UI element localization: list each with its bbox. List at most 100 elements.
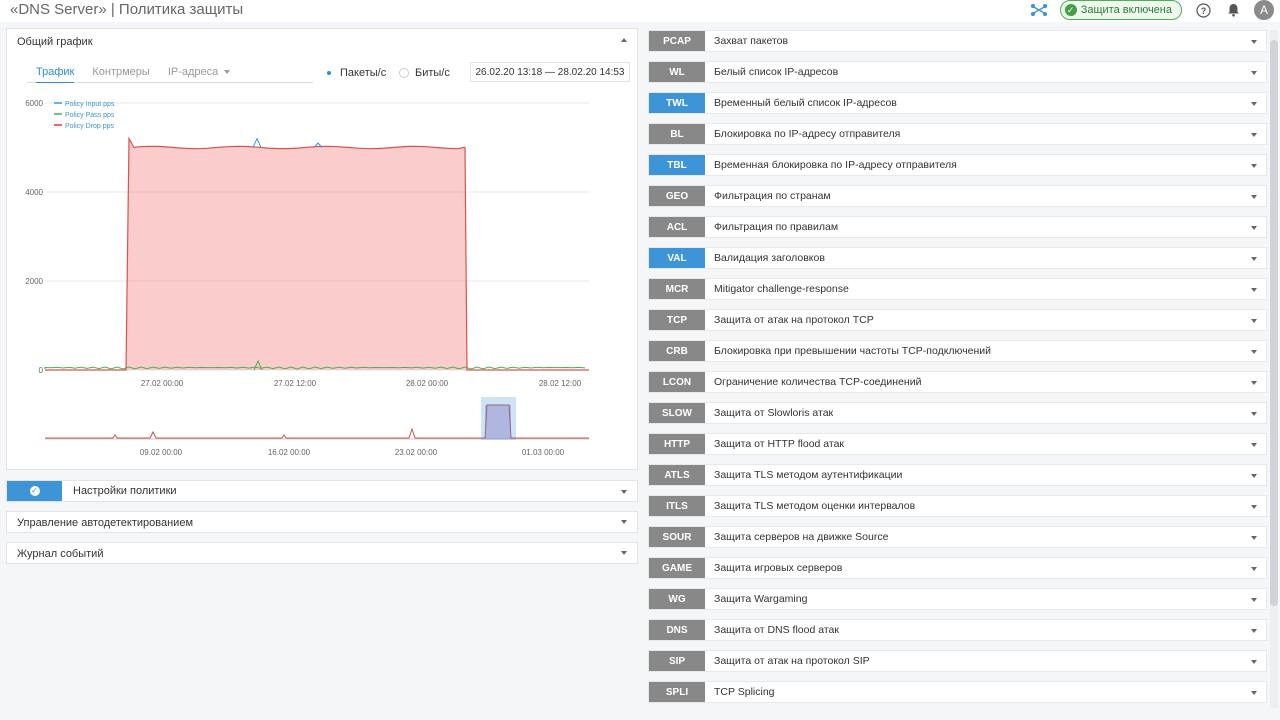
countermeasure-code-badge[interactable]: LCON [649,372,705,392]
chevron-down-icon[interactable] [1251,257,1257,261]
chevron-down-icon[interactable] [1251,381,1257,385]
countermeasure-row-bl[interactable]: BL Блокировка по IP-адресу отправителя [648,123,1267,145]
check-icon: ✓ [29,486,40,496]
countermeasure-code-badge[interactable]: PCAP [649,31,705,51]
chevron-down-icon[interactable] [1251,319,1257,323]
chevron-down-icon[interactable] [1251,40,1257,44]
countermeasure-row-itls[interactable]: ITLS Защита TLS методом оценки интервалов [648,495,1267,517]
autodetect-title: Управление автодетектированием [17,517,194,529]
countermeasure-code-badge[interactable]: HTTP [649,434,705,454]
bell-icon[interactable] [1224,1,1242,19]
countermeasure-row-val[interactable]: VAL Валидация заголовков [648,247,1267,269]
x-tick-label: 27.02 12:00 [274,379,317,388]
chevron-down-icon[interactable] [1251,288,1257,292]
countermeasure-code-badge[interactable]: ACL [649,217,705,237]
countermeasure-row-tcp[interactable]: TCP Защита от атак на протокол TCP [648,309,1267,331]
y-tick-label: 6000 [25,99,43,108]
chevron-down-icon[interactable] [1251,102,1257,106]
countermeasure-row-spli[interactable]: SPLI TCP Splicing [648,681,1267,703]
chevron-down-icon[interactable] [621,551,627,555]
countermeasure-label: Защита от атак на протокол TCP [714,314,874,326]
page-title: «DNS Server» | Политика защиты [10,1,244,18]
policy-enabled-toggle[interactable]: ✓ [7,481,62,501]
countermeasure-row-game[interactable]: GAME Защита игровых серверов [648,557,1267,579]
chevron-down-icon[interactable] [1251,195,1257,199]
autodetect-panel[interactable]: Управление автодетектированием [6,511,638,533]
countermeasure-label: Защита серверов на движке Source [714,531,889,543]
protection-status-badge[interactable]: ✓ Защита включена [1059,0,1182,20]
countermeasure-code-badge[interactable]: SOUR [649,527,705,547]
countermeasure-row-dns[interactable]: DNS Защита от DNS flood атак [648,619,1267,641]
countermeasure-row-tbl[interactable]: TBL Временная блокировка по IP-адресу отп… [648,154,1267,176]
header-actions: ✓ Защита включена ? A [1030,0,1274,20]
help-icon[interactable]: ? [1194,1,1212,19]
chevron-down-icon[interactable] [1251,660,1257,664]
legend-label: Policy Input pps [65,101,115,108]
svg-text:?: ? [1200,6,1206,16]
countermeasure-row-atls[interactable]: ATLS Защита TLS методом аутентификации [648,464,1267,486]
countermeasure-code-badge[interactable]: GEO [649,186,705,206]
policy-settings-panel[interactable]: ✓ Настройки политики [6,480,638,502]
countermeasure-row-wg[interactable]: WG Защита Wargaming [648,588,1267,610]
countermeasure-code-badge[interactable]: MCR [649,279,705,299]
countermeasure-row-slow[interactable]: SLOW Защита от Slowloris атак [648,402,1267,424]
chevron-down-icon[interactable] [1251,226,1257,230]
event-log-header[interactable]: Журнал событий [7,543,637,565]
legend-label: Policy Drop pps [65,123,115,130]
countermeasure-row-acl[interactable]: ACL Фильтрация по правилам [648,216,1267,238]
countermeasure-row-mcr[interactable]: MCR Mitigator challenge-response [648,278,1267,300]
countermeasure-code-badge[interactable]: SPLI [649,682,705,702]
countermeasure-row-sour[interactable]: SOUR Защита серверов на движке Source [648,526,1267,548]
countermeasure-label: Защита TLS методом оценки интервалов [714,500,916,512]
countermeasure-row-lcon[interactable]: LCON Ограничение количества TCP-соединени… [648,371,1267,393]
chevron-down-icon[interactable] [1251,474,1257,478]
countermeasure-label: Временная блокировка по IP-адресу отправ… [714,159,957,171]
x-tick-label: 28.02 00:00 [406,379,449,388]
countermeasure-code-badge[interactable]: CRB [649,341,705,361]
chevron-down-icon[interactable] [1251,567,1257,571]
autodetect-header[interactable]: Управление автодетектированием [7,512,637,534]
navigator-tick-label: 23.02 00:00 [395,448,438,457]
chevron-down-icon[interactable] [1251,536,1257,540]
countermeasure-code-badge[interactable]: ITLS [649,496,705,516]
countermeasure-code-badge[interactable]: TBL [649,155,705,175]
countermeasure-code-badge[interactable]: DNS [649,620,705,640]
chevron-down-icon[interactable] [1251,629,1257,633]
chevron-down-icon[interactable] [1251,691,1257,695]
chevron-down-icon[interactable] [1251,133,1257,137]
avatar[interactable]: A [1254,0,1274,20]
countermeasure-code-badge[interactable]: WL [649,62,705,82]
y-tick-label: 0 [39,366,44,375]
chevron-down-icon[interactable] [621,490,627,494]
countermeasure-code-badge[interactable]: VAL [649,248,705,268]
countermeasure-row-pcap[interactable]: PCAP Захват пакетов [648,30,1267,52]
chevron-down-icon[interactable] [1251,598,1257,602]
countermeasure-code-badge[interactable]: TWL [649,93,705,113]
scrollbar-thumb[interactable] [1270,40,1278,606]
chevron-down-icon[interactable] [621,520,627,524]
countermeasure-row-sip[interactable]: SIP Защита от атак на протокол SIP [648,650,1267,672]
chevron-down-icon[interactable] [1251,412,1257,416]
chevron-down-icon[interactable] [1251,71,1257,75]
countermeasure-code-badge[interactable]: ATLS [649,465,705,485]
event-log-panel[interactable]: Журнал событий [6,542,638,564]
chevron-down-icon[interactable] [1251,443,1257,447]
countermeasure-row-geo[interactable]: GEO Фильтрация по странам [648,185,1267,207]
countermeasure-code-badge[interactable]: SLOW [649,403,705,423]
chevron-down-icon[interactable] [1251,505,1257,509]
countermeasure-row-twl[interactable]: TWL Временный белый список IP-адресов [648,92,1267,114]
graph-panel: Общий график Трафик Контрмеры IP-адреса … [6,28,638,470]
countermeasure-code-badge[interactable]: SIP [649,651,705,671]
countermeasure-code-badge[interactable]: GAME [649,558,705,578]
countermeasure-row-http[interactable]: HTTP Защита от HTTP flood атак [648,433,1267,455]
protection-status-label: Защита включена [1080,4,1172,16]
countermeasure-label: Защита TLS методом аутентификации [714,469,903,481]
chevron-down-icon[interactable] [1251,350,1257,354]
chevron-down-icon[interactable] [1251,164,1257,168]
countermeasure-row-wl[interactable]: WL Белый список IP-адресов [648,61,1267,83]
countermeasure-code-badge[interactable]: WG [649,589,705,609]
countermeasure-code-badge[interactable]: BL [649,124,705,144]
countermeasure-code-badge[interactable]: TCP [649,310,705,330]
network-icon[interactable] [1030,1,1048,19]
countermeasure-row-crb[interactable]: CRB Блокировка при превышении частоты TCP… [648,340,1267,362]
